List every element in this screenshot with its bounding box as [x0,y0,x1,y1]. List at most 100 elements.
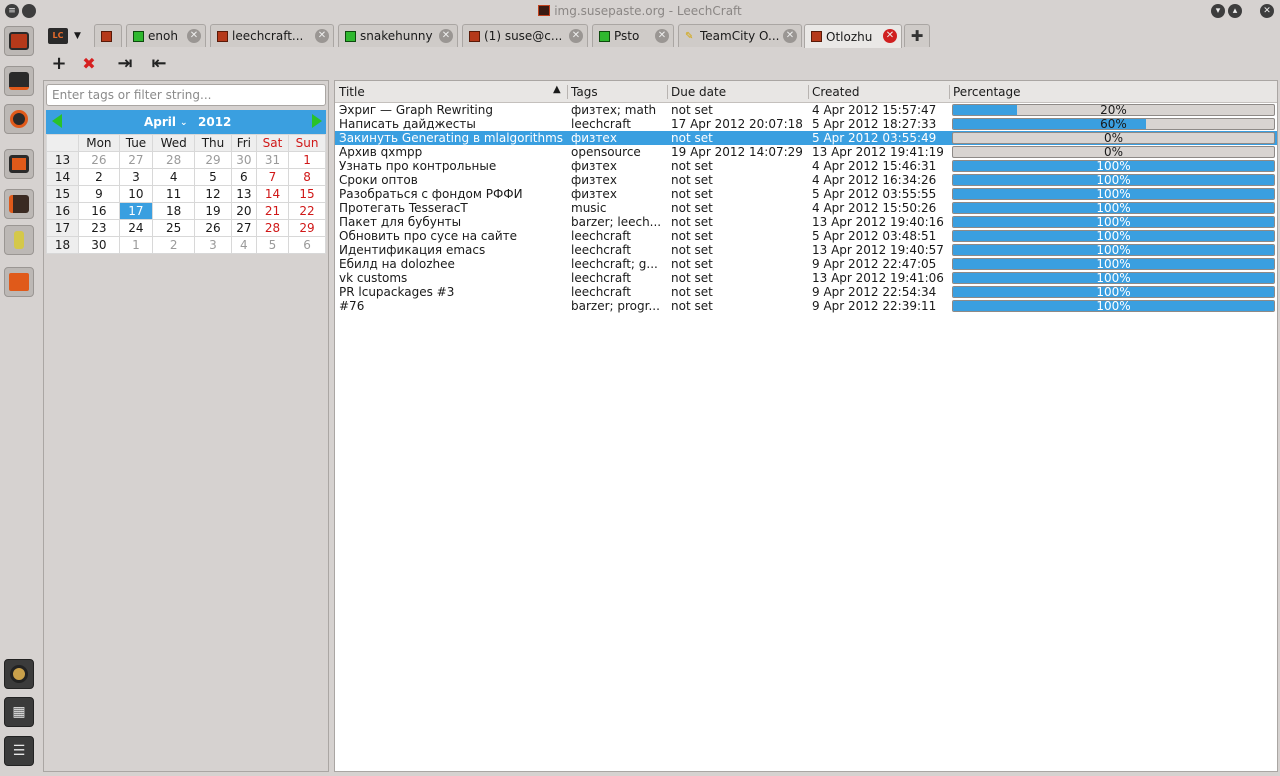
launcher-item-4[interactable] [4,149,34,179]
calendar-day[interactable]: 2 [78,168,120,186]
tab-enoh[interactable]: enoh ✕ [126,24,206,47]
tab-lc[interactable] [94,24,122,47]
maximize-button[interactable]: ▴ [1228,4,1242,18]
calendar-day[interactable]: 15 [288,185,326,203]
calendar-day[interactable]: 4 [230,236,257,254]
calendar-day[interactable]: 26 [194,219,232,237]
calendar-day[interactable]: 6 [288,236,326,254]
remove-todo-button[interactable]: ✖ [76,52,102,76]
import-button[interactable]: ⇥ [112,52,138,76]
tab--1-suse-c[interactable]: (1) suse@c... ✕ [462,24,588,47]
table-row[interactable]: Пакет для бубунты barzer; leech... not set… [335,215,1277,229]
tab-leechcraft[interactable]: leechcraft... ✕ [210,24,334,47]
calendar-month[interactable]: April [144,115,176,129]
calendar-day[interactable]: 12 [194,185,232,203]
table-row[interactable]: Архив qxmpp opensource 19 Apr 2012 14:07:2… [335,145,1277,159]
calendar-day[interactable]: 14 [255,185,290,203]
calendar-day[interactable]: 13 [230,185,257,203]
calendar-day[interactable]: 8 [288,168,326,186]
column-tags[interactable]: Tags [571,85,598,99]
calendar-day[interactable]: 19 [194,202,232,220]
calendar-day[interactable]: 28 [255,219,290,237]
calendar-day[interactable]: 27 [118,151,154,169]
close-tab-icon[interactable]: ✕ [315,29,329,43]
calendar-day[interactable]: 1 [288,151,326,169]
calendar-day[interactable]: 31 [255,151,290,169]
column-created[interactable]: Created [812,85,860,99]
add-todo-button[interactable]: + [46,52,72,76]
calendar-day[interactable]: 4 [152,168,196,186]
table-row[interactable]: Протегать TesseracT music not set 4 Apr 201… [335,201,1277,215]
table-row[interactable]: Разобраться с фондом РФФИ физтех not set 5 … [335,187,1277,201]
tab-snakehunny[interactable]: snakehunny ✕ [338,24,458,47]
leechcraft-menu-button[interactable]: LC ▼ [48,26,86,46]
calendar-year[interactable]: 2012 [198,115,231,129]
calendar-day[interactable]: 17 [118,202,154,220]
calendar-day[interactable]: 22 [288,202,326,220]
calendar-day[interactable]: 26 [78,151,120,169]
table-row[interactable]: Написать дайджесты leechcraft 17 Apr 2012 … [335,117,1277,131]
calendar-day[interactable]: 30 [230,151,257,169]
calendar-day[interactable]: 10 [118,185,154,203]
calendar-day[interactable]: 23 [78,219,120,237]
calendar-day[interactable]: 20 [230,202,257,220]
close-tab-icon[interactable]: ✕ [439,29,453,43]
calendar-day[interactable]: 18 [152,202,196,220]
table-row[interactable]: #76 barzer; progr... not set 9 Apr 2012 22:… [335,299,1277,313]
calendar-day[interactable]: 16 [78,202,120,220]
calendar-day[interactable]: 5 [255,236,290,254]
tab-teamcity-o[interactable]: ✎ TeamCity O... ✕ [678,24,802,47]
calendar-day[interactable]: 11 [152,185,196,203]
chevron-down-icon[interactable]: ⌄ [180,118,188,128]
calendar-day[interactable]: 24 [118,219,154,237]
close-tab-icon[interactable]: ✕ [783,29,797,43]
calendar-day[interactable]: 7 [255,168,290,186]
close-window-button[interactable]: ✕ [1260,4,1274,18]
table-row[interactable]: PR lcupackages #3 leechcraft not set 9 Apr … [335,285,1277,299]
table-row[interactable]: Ебилд на dolozhee leechcraft; g... not set… [335,257,1277,271]
table-row[interactable]: Идентификация emacs leechcraft not set 13 A… [335,243,1277,257]
table-row[interactable]: Сроки оптов физтех not set 4 Apr 2012 16:34… [335,173,1277,187]
column-divider[interactable] [667,85,668,99]
speaker-button[interactable] [4,659,34,689]
export-button[interactable]: ⇤ [146,52,172,76]
calendar-day[interactable]: 25 [152,219,196,237]
launcher-item-2[interactable] [4,66,34,96]
list-button[interactable]: ☰ [4,736,34,766]
column-divider[interactable] [567,85,568,99]
calendar-day[interactable]: 29 [194,151,232,169]
calendar-day[interactable]: 6 [230,168,257,186]
calendar-day[interactable]: 5 [194,168,232,186]
grid-button[interactable]: ▦ [4,697,34,727]
calendar-day[interactable]: 29 [288,219,326,237]
calendar-day[interactable]: 28 [152,151,196,169]
calendar-day[interactable]: 2 [152,236,196,254]
filter-input[interactable] [46,84,326,106]
close-tab-icon[interactable]: ✕ [655,29,669,43]
calendar-day[interactable]: 1 [118,236,154,254]
table-row[interactable]: Эхриг — Graph Rewriting физтех; math not s… [335,103,1277,117]
minimize-button[interactable]: ▾ [1211,4,1225,18]
column-percentage[interactable]: Percentage [953,85,1021,99]
column-title[interactable]: Title [339,85,365,99]
launcher-item-1[interactable] [4,26,34,56]
column-due-date[interactable]: Due date [671,85,726,99]
table-row[interactable]: vk customs leechcraft not set 13 Apr 2012 1… [335,271,1277,285]
launcher-item-7[interactable] [4,267,34,297]
table-row[interactable]: Закинуть Generating в mlalgorithms физтех… [335,131,1277,145]
tab-psto[interactable]: Psto ✕ [592,24,674,47]
table-row[interactable]: Обновить про сусе на сайте leechcraft not … [335,229,1277,243]
table-row[interactable]: Узнать про контрольные физтех not set 4 Apr… [335,159,1277,173]
launcher-item-5[interactable] [4,189,34,219]
new-tab-button[interactable]: ✚ [904,24,930,47]
column-divider[interactable] [949,85,950,99]
calendar-day[interactable]: 27 [230,219,257,237]
prev-month-icon[interactable] [52,114,62,128]
launcher-item-3[interactable] [4,104,34,134]
tab-otlozhu[interactable]: Otlozhu ✕ [804,24,902,48]
launcher-item-6[interactable] [4,225,34,255]
calendar-day[interactable]: 9 [78,185,120,203]
calendar-day[interactable]: 21 [255,202,290,220]
close-tab-icon[interactable]: ✕ [883,29,897,43]
close-tab-icon[interactable]: ✕ [569,29,583,43]
